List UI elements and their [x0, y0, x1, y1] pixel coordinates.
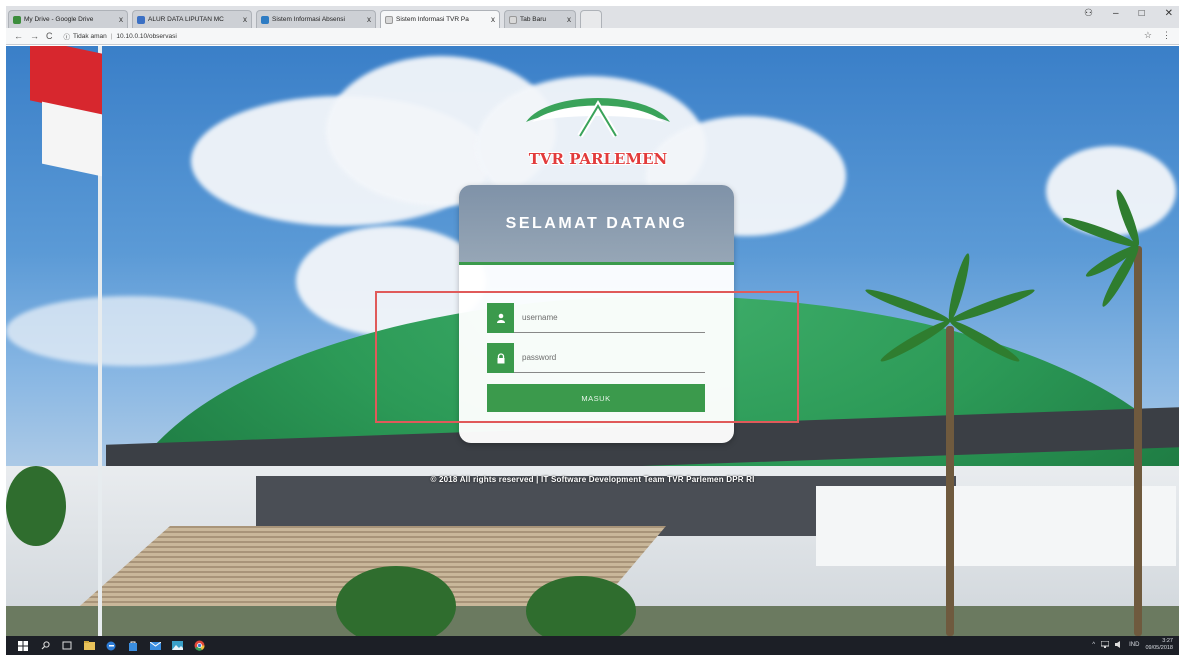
reload-icon[interactable]: C	[46, 31, 53, 41]
chrome-icon[interactable]	[188, 636, 210, 655]
welcome-title: SELAMAT DATANG	[505, 214, 688, 232]
annotation-highlight-box	[375, 291, 799, 423]
clock-date: 09/05/2018	[1145, 645, 1173, 651]
search-icon[interactable]	[34, 636, 56, 655]
close-tab-icon[interactable]: x	[119, 15, 123, 24]
back-arrow-icon[interactable]: ←	[14, 31, 23, 41]
page-favicon-icon	[261, 15, 269, 24]
tray-chevron-icon[interactable]: ^	[1092, 642, 1095, 648]
tvr-parlemen-logo: TVR PARLEMEN	[518, 78, 678, 168]
tab-title: Sistem Informasi Absensi	[272, 16, 345, 23]
network-icon[interactable]	[1100, 640, 1110, 650]
google-drive-favicon-icon	[13, 15, 21, 24]
edge-icon[interactable]	[100, 636, 122, 655]
browser-toolbar: ← → C ⓘ Tidak aman | 10.10.0.10/observas…	[6, 28, 1179, 45]
close-window-icon[interactable]: ✕	[1165, 8, 1173, 19]
login-page: TVR PARLEMEN SELAMAT DATANG MASUK © 2018…	[6, 46, 1179, 636]
login-card-header: SELAMAT DATANG	[459, 185, 734, 265]
shrub	[336, 566, 456, 636]
page-favicon-icon	[509, 15, 517, 24]
palm-trunk	[1134, 246, 1142, 636]
copyright-footer: © 2018 All rights reserved | IT Software…	[430, 475, 755, 484]
address-bar[interactable]: ⓘ Tidak aman | 10.10.0.10/observasi	[60, 30, 181, 43]
tab-title: ALUR DATA LIPUTAN MC	[148, 16, 224, 23]
windows-start-icon[interactable]	[12, 636, 34, 655]
bookmark-star-icon[interactable]: ☆	[1144, 30, 1152, 41]
forward-arrow-icon[interactable]: →	[30, 31, 39, 41]
clock-time: 3:27	[1162, 638, 1173, 644]
background-cloud	[6, 296, 256, 366]
toolbar-right: ☆ ⋮	[1144, 30, 1171, 41]
maximize-icon[interactable]: □	[1139, 8, 1145, 19]
close-tab-icon[interactable]: x	[491, 15, 495, 24]
tab-title: Tab Baru	[520, 16, 547, 23]
tvr-parlemen-logo-mark	[526, 98, 670, 138]
browser-tab-bar: My Drive - Google Drive x ALUR DATA LIPU…	[6, 6, 1179, 28]
minimize-icon[interactable]: –	[1113, 8, 1119, 19]
clock[interactable]: 3:27 09/05/2018	[1145, 638, 1173, 652]
system-tray: ^ IND 3:27 09/05/2018	[1092, 638, 1173, 652]
address-separator: |	[110, 32, 113, 40]
keyboard-language[interactable]: IND	[1129, 642, 1139, 648]
windows-taskbar: ^ IND 3:27 09/05/2018	[6, 636, 1179, 655]
mail-icon[interactable]	[144, 636, 166, 655]
task-view-icon[interactable]	[56, 636, 78, 655]
close-tab-icon[interactable]: x	[567, 15, 571, 24]
url-text[interactable]: 10.10.0.10/observasi	[116, 33, 176, 40]
browser-tab-active[interactable]: Sistem Informasi TVR Pa x	[380, 10, 500, 28]
new-tab-button[interactable]	[580, 10, 602, 28]
file-explorer-icon[interactable]	[78, 636, 100, 655]
info-icon[interactable]: ⓘ	[64, 31, 71, 41]
browser-tab[interactable]: Sistem Informasi Absensi x	[256, 10, 376, 28]
photos-icon[interactable]	[166, 636, 188, 655]
profile-icon[interactable]: ⚇	[1084, 8, 1093, 19]
browser-tab[interactable]: ALUR DATA LIPUTAN MC x	[132, 10, 252, 28]
browser-tab[interactable]: Tab Baru x	[504, 10, 576, 28]
indonesian-flag-white	[42, 101, 102, 177]
window-controls: ⚇ – □ ✕	[1084, 8, 1173, 19]
page-favicon-icon	[137, 15, 145, 24]
close-tab-icon[interactable]: x	[243, 15, 247, 24]
tab-title: My Drive - Google Drive	[24, 16, 94, 23]
tab-title: Sistem Informasi TVR Pa	[396, 16, 469, 23]
page-favicon-icon	[385, 15, 393, 24]
browser-tab[interactable]: My Drive - Google Drive x	[8, 10, 128, 28]
logo-text: TVR PARLEMEN	[528, 150, 668, 168]
volume-icon[interactable]	[1115, 640, 1123, 650]
close-tab-icon[interactable]: x	[367, 15, 371, 24]
indonesian-flag-red	[30, 46, 102, 116]
building-wall	[816, 486, 1176, 566]
security-status: Tidak aman	[73, 32, 107, 40]
store-icon[interactable]	[122, 636, 144, 655]
browser-menu-icon[interactable]: ⋮	[1162, 30, 1171, 41]
